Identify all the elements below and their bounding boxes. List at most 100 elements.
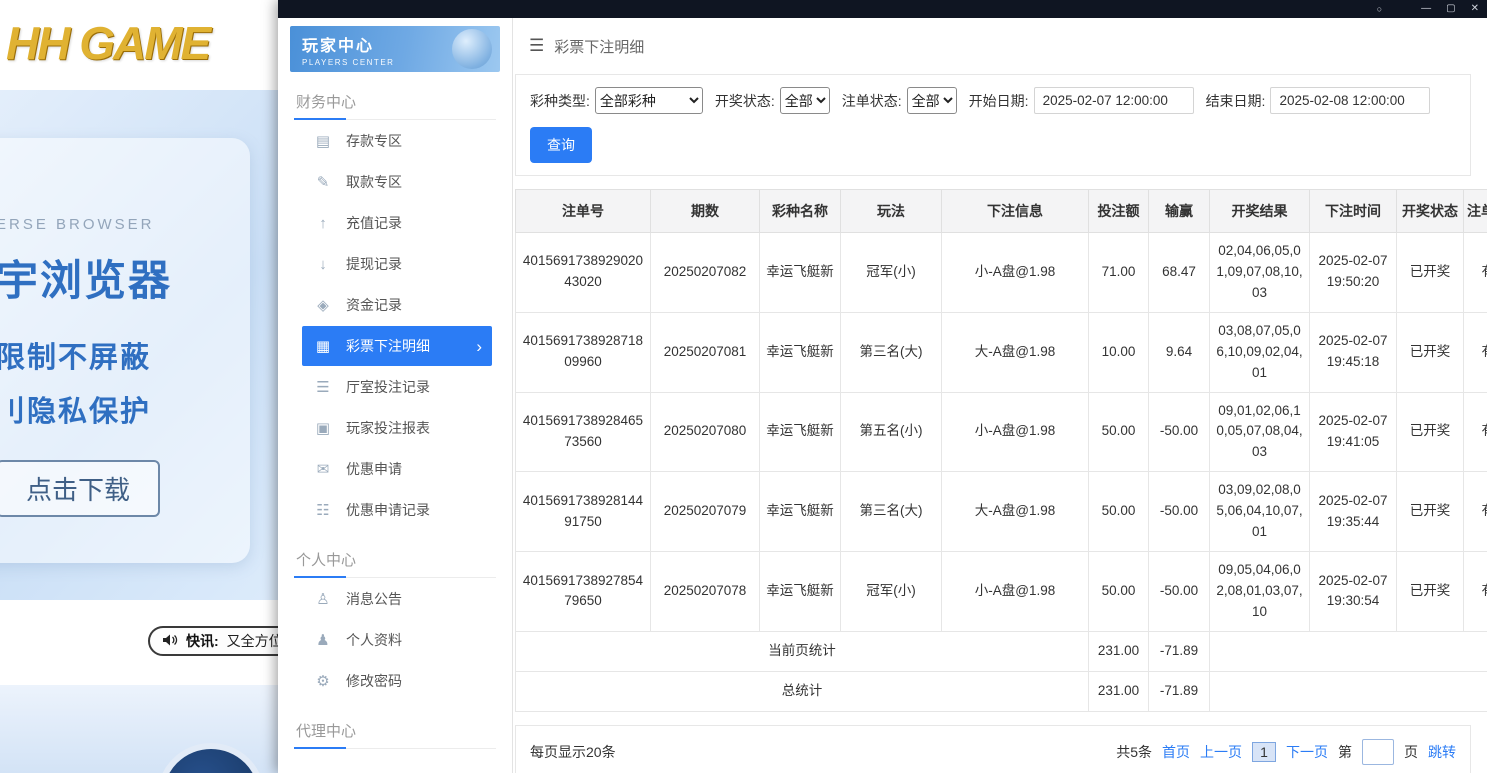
sidebar-item-change-password[interactable]: ⚙ 修改密码 — [302, 661, 492, 701]
cell-bet-time: 2025-02-07 19:30:54 — [1309, 551, 1397, 632]
page-summary-label: 当前页统计 — [515, 630, 1089, 672]
lottery-type-select[interactable]: 全部彩种 — [594, 87, 703, 114]
cell-play-type: 第三名(大) — [840, 311, 942, 393]
sidebar-section-title: 个人中心 — [294, 540, 496, 578]
cell-bet-info: 大-A盘@1.98 — [941, 471, 1089, 553]
jump-prefix-label: 第 — [1338, 743, 1352, 760]
page-jump-input[interactable] — [1362, 738, 1394, 765]
end-date-input[interactable] — [1270, 87, 1431, 114]
change-password-icon: ⚙ — [316, 673, 330, 690]
sidebar-item-lottery-bet-details[interactable]: ▦ 彩票下注明细 › — [302, 326, 492, 366]
order-status-select[interactable]: 全部 — [906, 87, 957, 114]
total-summary-bet: 231.00 — [1088, 670, 1149, 712]
cell-bet-time: 2025-02-07 19:50:20 — [1309, 232, 1397, 313]
sidebar-item-withdraw-zone[interactable]: ✎ 取款专区 — [302, 162, 492, 202]
download-button[interactable]: 点击下载 — [0, 460, 161, 517]
page-summary-bet: 231.00 — [1088, 630, 1149, 672]
window-status-icon[interactable]: ○ — [1377, 0, 1382, 18]
draw-status-select[interactable]: 全部 — [779, 87, 830, 114]
sidebar-item-recharge-records[interactable]: ↑ 充值记录 — [302, 203, 492, 243]
cell-draw-status: 已开奖 — [1396, 471, 1464, 553]
banner-line-1: 限制不屏蔽 — [0, 342, 152, 374]
sidebar-item-label: 个人资料 — [346, 632, 402, 648]
cell-order-status: 有效 — [1463, 391, 1487, 473]
content-header: ☰ 彩票下注明细 — [515, 18, 1471, 74]
funds-records-icon: ◈ — [317, 297, 329, 314]
sidebar: 玩家中心 PLAYERS CENTER 财务中心 ▤ 存款专区 ✎ 取款专区 ↑ 充值记录 ↓… — [278, 18, 513, 773]
cell-draw-result: 09,01,02,06,10,05,07,08,04,03 — [1209, 391, 1310, 473]
per-page-label: 每页显示20条 — [530, 743, 616, 760]
sidebar-item-announcements[interactable]: ♙ 消息公告 — [302, 579, 492, 619]
cell-bet-amount: 50.00 — [1088, 551, 1149, 632]
cell-draw-result: 03,08,07,05,06,10,09,02,04,01 — [1209, 311, 1310, 393]
footer-logo-badge — [157, 743, 265, 773]
current-page[interactable]: 1 — [1252, 741, 1276, 762]
draw-status-label: 开奖状态: — [714, 92, 775, 109]
sidebar-title: 玩家中心 — [302, 38, 375, 55]
page-title: 彩票下注明细 — [554, 38, 645, 56]
main-content: ☰ 彩票下注明细 彩种类型: 全部彩种 开奖状态: 全部 注单状态: 全部 开始… — [513, 18, 1487, 773]
close-icon[interactable]: ✕ — [1471, 0, 1479, 18]
sidebar-section-title: 财务中心 — [294, 82, 496, 120]
sidebar-item-hall-bet-records[interactable]: ☰ 厅室投注记录 — [302, 367, 492, 407]
next-page-link[interactable]: 下一页 — [1286, 742, 1328, 762]
cell-draw-status: 已开奖 — [1396, 232, 1464, 313]
sidebar-item-label: 厅室投注记录 — [346, 379, 430, 395]
total-count: 共5条 — [1116, 743, 1152, 760]
profile-icon: ♟ — [316, 632, 330, 649]
column-header: 下注时间 — [1309, 189, 1397, 233]
search-button[interactable]: 查询 — [530, 127, 592, 163]
hall-bet-records-icon: ☰ — [316, 379, 330, 396]
table-row: 401569173892902043020 20250207082 幸运飞艇新 冠军(… — [515, 232, 1487, 313]
cell-order-no: 401569173892846573560 — [515, 391, 651, 473]
sidebar-section-title: 代理中心 — [294, 711, 496, 749]
sidebar-subtitle: PLAYERS CENTER — [302, 58, 395, 67]
cell-lottery-name: 幸运飞艇新 — [759, 471, 841, 553]
sidebar-item-label: 彩票下注明细 — [346, 338, 430, 354]
announcements-icon: ♙ — [316, 591, 330, 608]
promo-application-records-icon: ☷ — [316, 502, 330, 519]
sidebar-item-label: 取款专区 — [346, 174, 402, 190]
cell-draw-status: 已开奖 — [1396, 551, 1464, 632]
column-header: 输赢 — [1148, 189, 1210, 233]
cell-order-no: 401569173892814491750 — [515, 471, 651, 553]
sidebar-item-promo-application-records[interactable]: ☷ 优惠申请记录 — [302, 490, 492, 530]
promo-application-icon: ✉ — [316, 461, 330, 478]
column-header: 彩种名称 — [759, 189, 841, 233]
column-header: 期数 — [650, 189, 760, 233]
sidebar-item-player-bet-report[interactable]: ▣ 玩家投注报表 — [302, 408, 492, 448]
start-date-input[interactable] — [1033, 87, 1194, 114]
cell-play-type: 第五名(小) — [840, 391, 942, 473]
cashout-records-icon: ↓ — [319, 255, 327, 273]
sidebar-item-funds-records[interactable]: ◈ 资金记录 — [302, 285, 492, 325]
column-header: 玩法 — [840, 189, 942, 233]
cell-play-type: 冠军(小) — [840, 551, 942, 632]
sidebar-item-label: 优惠申请记录 — [346, 502, 430, 518]
cell-bet-time: 2025-02-07 19:41:05 — [1309, 391, 1397, 473]
sidebar-item-label: 资金记录 — [346, 297, 402, 313]
withdraw-zone-icon: ✎ — [316, 174, 330, 191]
player-bet-report-icon: ▣ — [315, 420, 331, 437]
total-summary-row: 总统计 231.00 -71.89 — [515, 670, 1487, 712]
page-summary-row: 当前页统计 231.00 -71.89 — [515, 630, 1487, 672]
cell-order-status: 有效 — [1463, 232, 1487, 313]
jump-link[interactable]: 跳转 — [1428, 742, 1456, 762]
maximize-icon[interactable]: ▢ — [1446, 0, 1455, 18]
sidebar-item-cashout-records[interactable]: ↓ 提现记录 — [302, 244, 492, 284]
column-header: 开奖状态 — [1396, 189, 1464, 233]
sidebar-item-label: 充值记录 — [346, 215, 402, 231]
cell-lottery-name: 幸运飞艇新 — [759, 232, 841, 313]
first-page-link[interactable]: 首页 — [1162, 742, 1190, 762]
sidebar-header: 玩家中心 PLAYERS CENTER — [290, 26, 500, 72]
ticker-label: 快讯: — [186, 633, 219, 649]
cell-order-no: 401569173892785479650 — [515, 551, 651, 632]
cell-order-no: 401569173892902043020 — [515, 232, 651, 313]
sidebar-item-deposit-zone[interactable]: ▤ 存款专区 — [302, 121, 492, 161]
sidebar-item-profile[interactable]: ♟ 个人资料 — [302, 620, 492, 660]
prev-page-link[interactable]: 上一页 — [1200, 742, 1242, 762]
minimize-icon[interactable]: — — [1421, 0, 1431, 18]
menu-toggle-icon[interactable]: ☰ — [529, 36, 544, 56]
cell-draw-status: 已开奖 — [1396, 391, 1464, 473]
sidebar-item-promo-application[interactable]: ✉ 优惠申请 — [302, 449, 492, 489]
banner-eyebrow-text: ERSE BROWSER — [0, 216, 155, 233]
